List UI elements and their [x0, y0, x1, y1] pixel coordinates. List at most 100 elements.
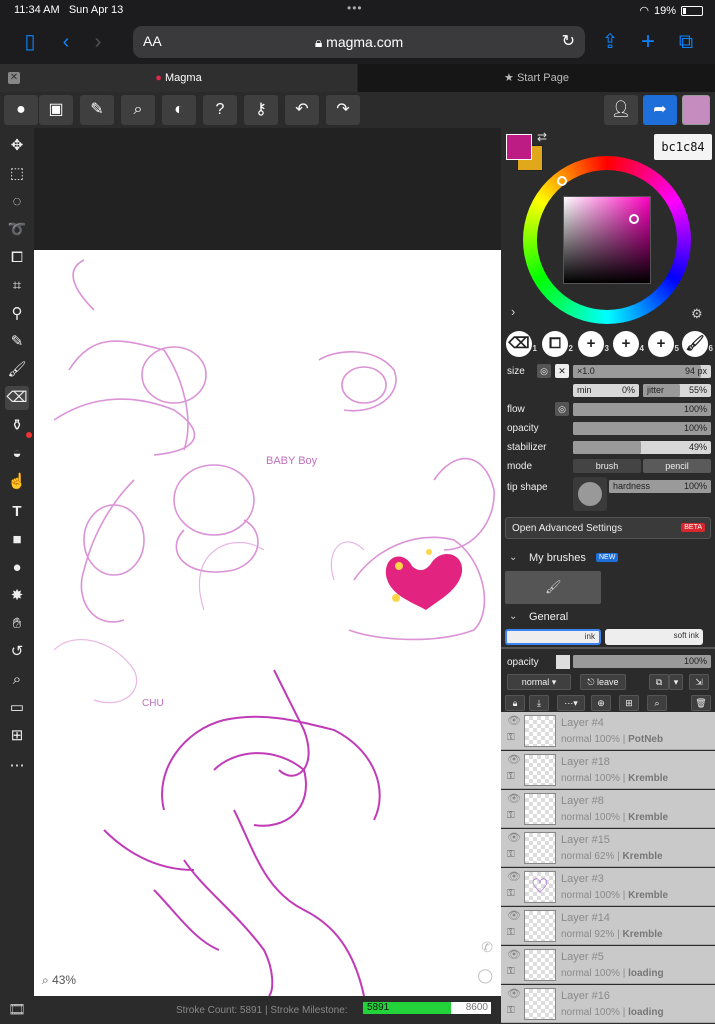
- delete-layer-icon[interactable]: 🗑︎: [691, 695, 711, 711]
- redo-button[interactable]: ↷: [326, 95, 360, 125]
- merge-layer-icon[interactable]: ⇲: [689, 674, 709, 690]
- comment-icon[interactable]: ▭: [5, 696, 29, 720]
- color-brush-icon[interactable]: ⚱: [5, 414, 32, 438]
- min-slider[interactable]: min 0%: [573, 384, 639, 397]
- eraser-tool-icon[interactable]: ⌫: [5, 386, 29, 410]
- key-button[interactable]: ⚷: [244, 95, 278, 125]
- my-brushes-header[interactable]: My brushes: [529, 552, 586, 564]
- brush-slot-4[interactable]: +4: [613, 331, 644, 357]
- gear-shape-icon[interactable]: ✸: [5, 584, 29, 608]
- layer-item[interactable]: 👁︎ ⚿ Layer #16 normal 100% | loading: [501, 985, 715, 1023]
- share-drawing-button[interactable]: ➦: [643, 95, 677, 125]
- fill-bucket-icon[interactable]: ◒: [5, 442, 29, 466]
- text-tool-icon[interactable]: T: [5, 500, 29, 524]
- transparency-lock-icon[interactable]: [556, 655, 570, 669]
- pencil-tool-icon[interactable]: ✎: [5, 330, 29, 354]
- eye-icon[interactable]: 👁︎: [507, 714, 521, 727]
- hardness-slider[interactable]: hardness 100%: [609, 480, 711, 493]
- ellipse-select-icon[interactable]: ◌: [5, 190, 29, 214]
- brush-slot-2[interactable]: ⧠ 2: [542, 331, 573, 357]
- tabs-overview-icon[interactable]: ⧉: [672, 28, 700, 56]
- pressure-flow-toggle[interactable]: ◎: [555, 402, 569, 416]
- rotate-icon[interactable]: ↺: [5, 640, 29, 664]
- eyedropper-icon[interactable]: ⚲: [5, 302, 29, 326]
- perspective-icon[interactable]: ⊞: [5, 724, 29, 748]
- zoom-level[interactable]: ⌕ 43%: [42, 973, 76, 988]
- mode-brush-button[interactable]: brush: [573, 459, 641, 473]
- pencil-button[interactable]: ✎: [80, 95, 114, 125]
- size-close-icon[interactable]: ✕: [555, 364, 569, 378]
- opacity-slider[interactable]: 100%: [573, 422, 711, 435]
- pressure-size-toggle[interactable]: ◎: [537, 364, 551, 378]
- stabilizer-slider[interactable]: 49%: [573, 441, 711, 454]
- lock-layer-icon[interactable]: 🔒︎: [505, 695, 525, 711]
- theme-button[interactable]: ◐: [162, 95, 196, 125]
- layer-item[interactable]: 👁︎ ⚿ Layer #18 normal 100% | Kremble: [501, 751, 715, 789]
- tab-start-page[interactable]: ★ Start Page: [358, 64, 715, 92]
- brush-slot-1[interactable]: ⌫ 1: [506, 331, 537, 357]
- brush-ink[interactable]: ink: [505, 629, 601, 645]
- search-button[interactable]: ⌕: [121, 95, 155, 125]
- layer-item[interactable]: 👁︎ ⚿ Layer #4 normal 100% | PotNeb: [501, 712, 715, 750]
- new-tab-icon[interactable]: +: [634, 28, 662, 56]
- crop-icon[interactable]: ⌗: [5, 274, 29, 298]
- transform-icon[interactable]: ⧠: [5, 246, 29, 270]
- move-tool-icon[interactable]: ✥: [5, 134, 29, 158]
- help-button[interactable]: ?: [203, 95, 237, 125]
- more-options-icon[interactable]: ⋯▾: [557, 695, 585, 711]
- layer-search-icon[interactable]: ⌕: [647, 695, 667, 711]
- phone-icon[interactable]: ✆: [481, 939, 493, 956]
- eye-icon[interactable]: 👁︎: [507, 870, 521, 883]
- tip-shape-preview[interactable]: [573, 477, 607, 511]
- move-down-icon[interactable]: ⤓: [529, 695, 549, 711]
- swap-colors-icon[interactable]: ⇄: [537, 130, 547, 144]
- lasso-icon[interactable]: ➰: [5, 218, 29, 242]
- rect-select-icon[interactable]: ⬚: [5, 162, 29, 186]
- hand-icon[interactable]: ✋︎: [5, 612, 29, 636]
- canvas-area[interactable]: BABY Boy CHU ✆ ◯ ⌕ 43%: [34, 128, 501, 996]
- dropdown-icon[interactable]: ▾: [669, 674, 683, 690]
- ellipse-shape-icon[interactable]: ●: [5, 556, 29, 580]
- share-icon[interactable]: ⇪: [596, 28, 624, 56]
- smudge-icon[interactable]: ☝: [5, 470, 29, 494]
- magma-menu-button[interactable]: ●: [4, 95, 38, 125]
- jitter-slider[interactable]: jitter 55%: [643, 384, 711, 397]
- color-handle[interactable]: [629, 214, 639, 224]
- hue-ring[interactable]: [523, 156, 691, 324]
- eye-icon[interactable]: 👁︎: [507, 831, 521, 844]
- tab-magma[interactable]: ✕ ● Magma: [0, 64, 357, 92]
- back-icon[interactable]: ‹: [52, 28, 80, 56]
- layer-item[interactable]: 👁︎ ⚿ Layer #8 normal 100% | Kremble: [501, 790, 715, 828]
- duplicate-layer-icon[interactable]: ⧉: [649, 674, 669, 690]
- more-tools-icon[interactable]: ⋯: [5, 754, 29, 778]
- close-tab-icon[interactable]: ✕: [8, 72, 20, 84]
- primary-color-swatch[interactable]: [506, 134, 532, 160]
- size-slider[interactable]: ×1.0 94 px: [573, 365, 711, 378]
- general-header[interactable]: General: [529, 611, 568, 623]
- eye-icon[interactable]: 👁︎: [507, 948, 521, 961]
- avatar[interactable]: [682, 95, 710, 125]
- layer-item[interactable]: 👁︎ ⚿ Layer #5 normal 100% | loading: [501, 946, 715, 984]
- layer-item[interactable]: 👁︎ ⚿ Layer #15 normal 62% | Kremble: [501, 829, 715, 867]
- drawing-canvas[interactable]: BABY Boy CHU ✆ ◯ ⌕ 43%: [34, 250, 501, 996]
- chevron-down-icon[interactable]: ⌄: [509, 611, 517, 622]
- image-button[interactable]: ▣: [39, 95, 73, 125]
- mode-pencil-button[interactable]: pencil: [643, 459, 711, 473]
- forward-icon[interactable]: ›: [84, 28, 112, 56]
- chat-bubble-icon[interactable]: ◯: [477, 967, 493, 984]
- new-layer-above-icon[interactable]: ⊞: [619, 695, 639, 711]
- eye-icon[interactable]: 👁︎: [507, 909, 521, 922]
- zoom-icon[interactable]: ⌕: [5, 668, 29, 692]
- chevron-down-icon[interactable]: ⌄: [509, 552, 517, 563]
- color-hex-tooltip[interactable]: bc1c84: [654, 134, 712, 160]
- eye-icon[interactable]: 👁︎: [507, 987, 521, 1000]
- eye-icon[interactable]: 👁︎: [507, 792, 521, 805]
- add-brush-button[interactable]: 🖌︎: [505, 571, 601, 604]
- brush-soft-ink[interactable]: soft ink: [605, 629, 703, 645]
- hue-handle[interactable]: [557, 176, 567, 186]
- add-user-button[interactable]: 👤︎: [604, 95, 638, 125]
- address-bar[interactable]: AA 🔒︎ magma.com ↻: [133, 26, 585, 58]
- brush-slot-6[interactable]: 🖌︎ 6: [682, 331, 713, 357]
- brush-slot-5[interactable]: +5: [648, 331, 679, 357]
- reload-icon[interactable]: ↻: [562, 31, 575, 51]
